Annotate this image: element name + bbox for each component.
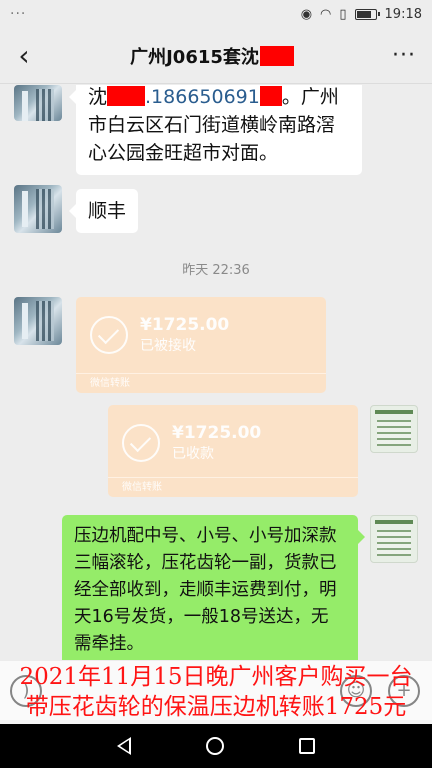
- transfer-amount: ¥1725.00: [172, 423, 262, 443]
- chat-header: ‹ 广州J0615套沈 ···: [0, 28, 432, 84]
- eye-icon: ◉: [300, 6, 313, 22]
- sim-icon: ▯: [339, 6, 347, 22]
- check-circle-icon: [122, 424, 160, 462]
- contact-avatar[interactable]: [14, 185, 62, 233]
- address-phone: .186650691: [145, 86, 260, 108]
- nav-recents-icon[interactable]: [298, 738, 315, 754]
- redaction-block: [259, 86, 282, 106]
- message-text: 压边机配中号、小号、小号加深款三幅滚轮，压花齿轮一副，货款已经全部收到，走顺丰运…: [74, 526, 337, 654]
- transfer-footer: 微信转账: [76, 373, 326, 393]
- transfer-status: 已被接收: [140, 338, 196, 354]
- check-circle-icon: [90, 316, 128, 354]
- wifi-icon: ◠: [320, 6, 332, 22]
- transfer-card-received[interactable]: ¥1725.00 已被接收 微信转账: [76, 297, 326, 393]
- redaction-block: [107, 86, 146, 106]
- chat-messages[interactable]: 沈 .186650691 。广州市白云区石门街道横岭南路滘心公园金旺超市对面。 顺丰…: [0, 85, 432, 660]
- chat-timestamp: 昨天 22:36: [182, 263, 250, 278]
- contact-avatar[interactable]: [14, 297, 62, 345]
- message-bubble-shunfeng[interactable]: 顺丰: [68, 189, 139, 233]
- my-avatar[interactable]: [370, 405, 418, 453]
- transfer-status: 已收款: [172, 446, 214, 462]
- battery-icon: [354, 8, 380, 20]
- transfer-card-body: ¥1725.00 已收款: [108, 405, 358, 481]
- caption-line-2: 带压花齿轮的保温压边机转账1725元: [25, 694, 407, 720]
- status-bar: ··· ◉ ◠ ▯ 19:18: [0, 0, 432, 28]
- status-icons: ◉ ◠ ▯ 19:18: [301, 7, 422, 22]
- message-text: 顺丰: [88, 200, 127, 222]
- nav-home-icon[interactable]: [205, 737, 224, 755]
- chat-title-text: 广州J0615套沈: [130, 46, 259, 68]
- address-name: 沈: [88, 86, 108, 108]
- transfer-card-collected[interactable]: ¥1725.00 已收款 微信转账: [108, 405, 358, 497]
- transfer-footer: 微信转账: [108, 477, 358, 497]
- notification-dots: ···: [10, 6, 27, 22]
- chat-title: 广州J0615套沈: [48, 43, 376, 69]
- my-avatar[interactable]: [370, 515, 418, 563]
- system-nav-bar: [0, 724, 432, 768]
- status-time: 19:18: [384, 6, 422, 22]
- nav-back-icon[interactable]: [117, 737, 132, 755]
- back-chevron-icon[interactable]: ‹: [0, 39, 48, 72]
- more-icon[interactable]: ···: [376, 43, 432, 68]
- caption-overlay: 2021年11月15日晚广州客户购买一台 带压花齿轮的保温压边机转账1725元: [0, 660, 432, 724]
- battery-level: [356, 10, 371, 18]
- contact-avatar[interactable]: [14, 85, 62, 121]
- transfer-amount: ¥1725.00: [140, 315, 230, 335]
- caption-line-1: 2021年11月15日晚广州客户购买一台: [19, 664, 413, 690]
- message-bubble-address[interactable]: 沈 .186650691 。广州市白云区石门街道横岭南路滘心公园金旺超市对面。: [69, 85, 362, 175]
- message-bubble-confirmation[interactable]: 压边机配中号、小号、小号加深款三幅滚轮，压花齿轮一副，货款已经全部收到，走顺丰运…: [62, 515, 365, 660]
- redaction-block: [259, 45, 294, 66]
- transfer-card-body: ¥1725.00 已被接收: [76, 297, 326, 373]
